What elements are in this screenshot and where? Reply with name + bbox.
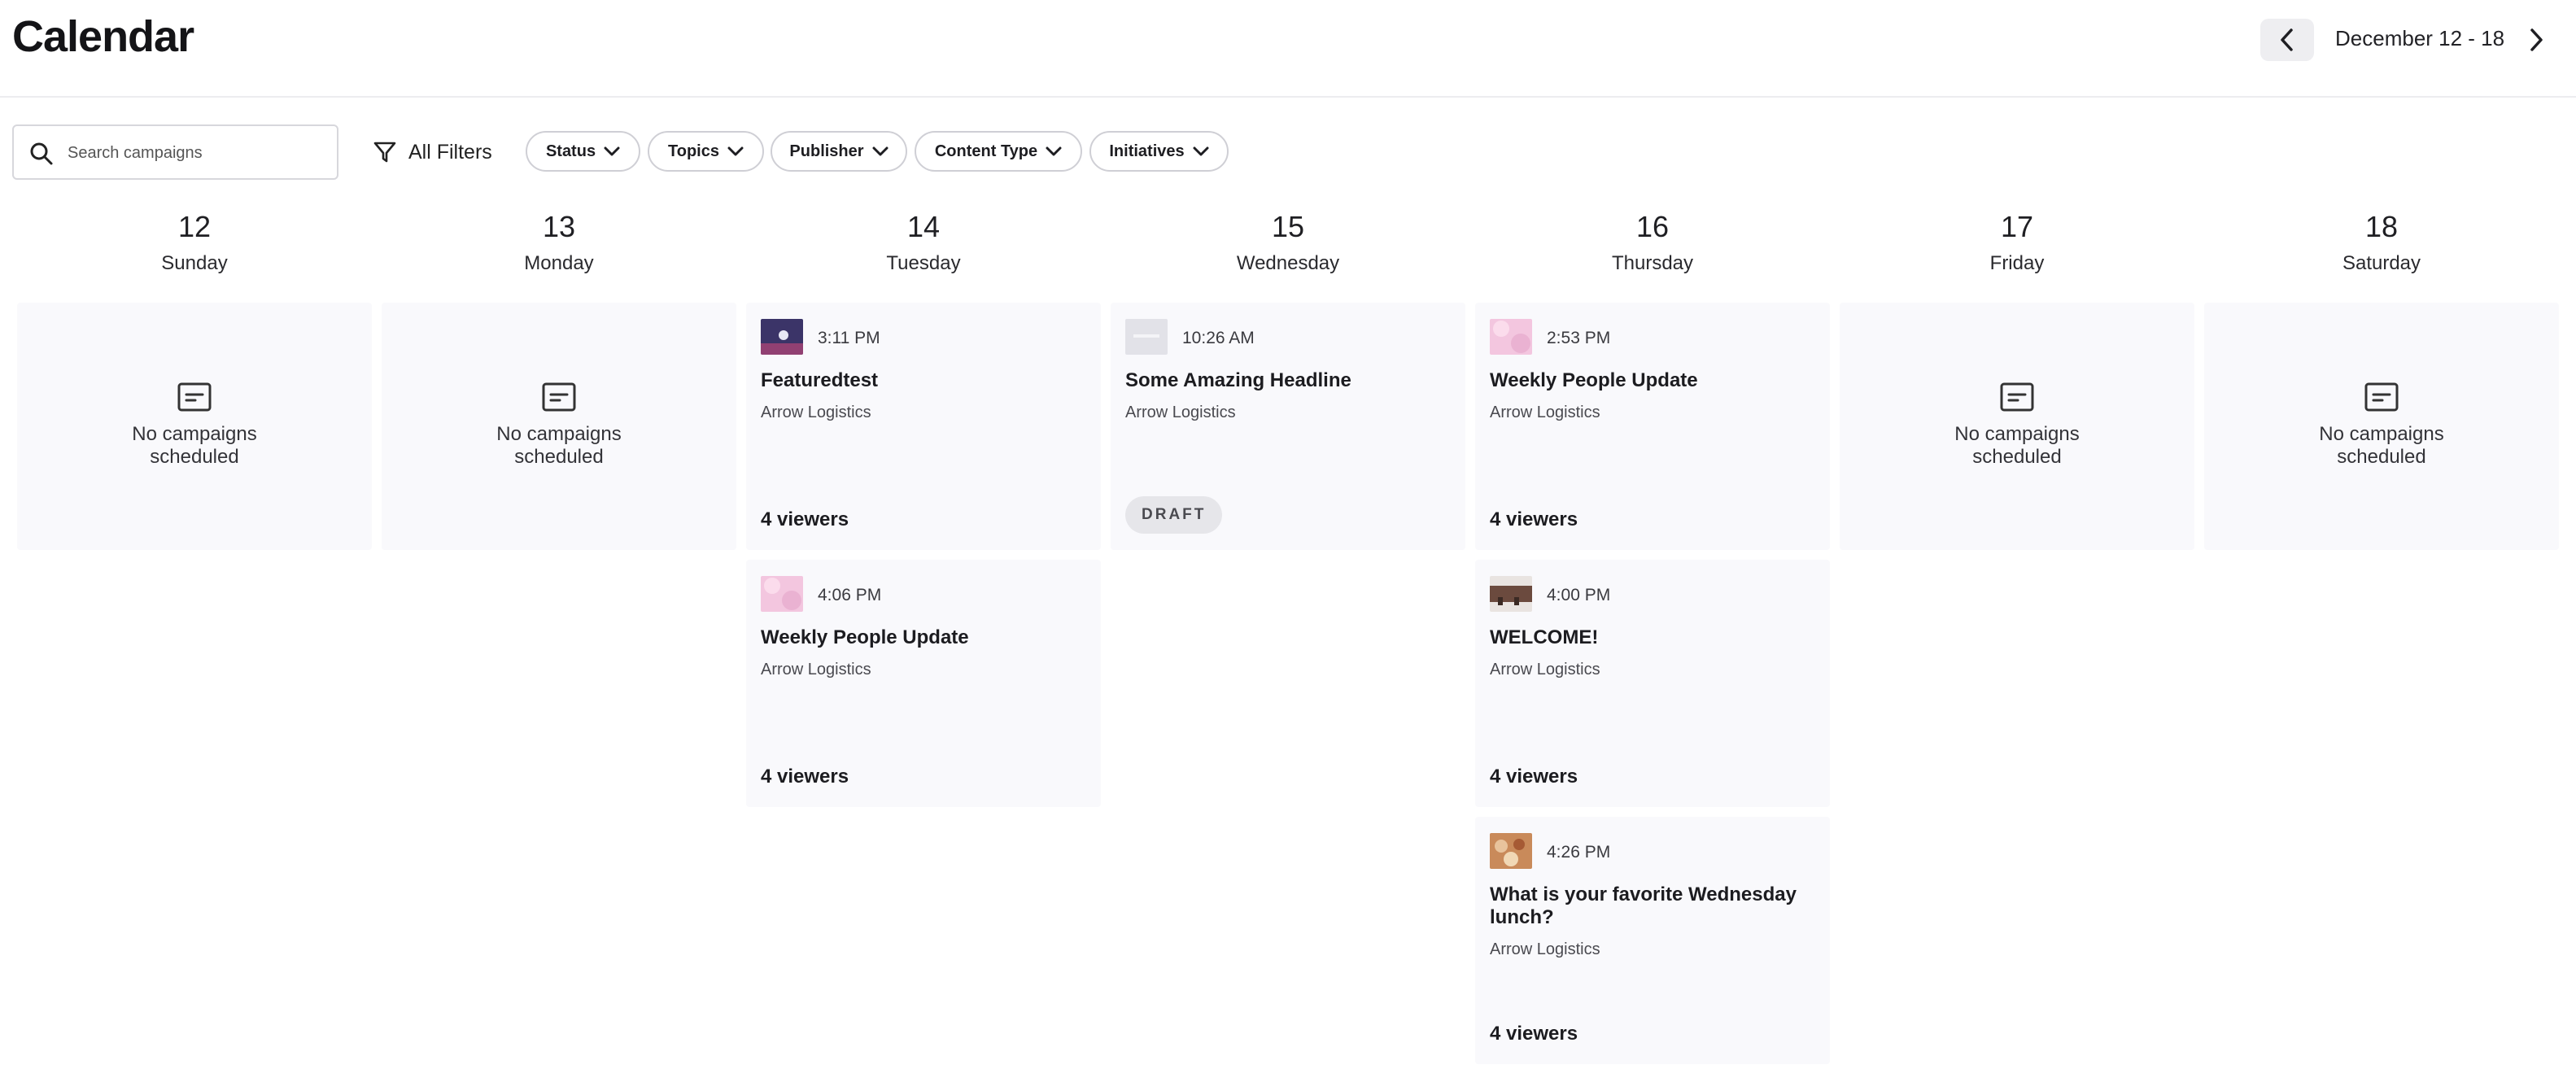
search-input[interactable] [68, 137, 328, 168]
day-header-friday: 17 Friday [1840, 210, 2194, 275]
chip-label: Status [545, 142, 596, 160]
campaign-title: Some Amazing Headline [1125, 369, 1351, 391]
empty-message-icon [2364, 382, 2399, 412]
empty-text: No campaigns scheduled [132, 423, 257, 468]
draft-badge: DRAFT [1125, 496, 1223, 534]
chip-label: Content Type [934, 142, 1038, 160]
empty-day-sunday: No campaigns scheduled [17, 303, 372, 550]
day-name: Tuesday [886, 252, 961, 274]
day-header-thursday: 16 Thursday [1475, 210, 1830, 275]
campaign-publisher: Arrow Logistics [761, 404, 871, 421]
campaign-publisher: Arrow Logistics [761, 661, 871, 678]
all-filters-label: All Filters [408, 140, 492, 164]
empty-day-saturday: No campaigns scheduled [2204, 303, 2559, 550]
filter-icon [373, 142, 396, 163]
day-number: 17 [2000, 210, 2034, 243]
chip-label: Publisher [789, 142, 864, 160]
previous-week-button[interactable] [2260, 19, 2314, 61]
campaign-thumbnail [1490, 319, 1532, 355]
day-number: 18 [2364, 210, 2399, 243]
campaign-viewers: 4 viewers [1490, 766, 1578, 788]
day-name: Sunday [161, 252, 228, 274]
campaign-time: 10:26 AM [1182, 329, 1255, 347]
campaign-card[interactable]: 3:11 PM Featuredtest Arrow Logistics 4 v… [746, 303, 1101, 550]
day-name: Wednesday [1236, 252, 1340, 274]
campaign-thumbnail [1490, 833, 1532, 869]
day-header-wednesday: 15 Wednesday [1111, 210, 1465, 275]
campaign-time: 4:06 PM [818, 586, 882, 604]
campaign-card[interactable]: 4:06 PM Weekly People Update Arrow Logis… [746, 560, 1101, 807]
campaign-card[interactable]: 2:53 PM Weekly People Update Arrow Logis… [1475, 303, 1830, 550]
empty-message-icon [177, 382, 212, 412]
chip-label: Initiatives [1109, 142, 1185, 160]
content-type-filter-chip[interactable]: Content Type [915, 131, 1082, 172]
campaign-card[interactable]: 4:26 PM What is your favorite Wednesday … [1475, 817, 1830, 1064]
campaign-title: WELCOME! [1490, 626, 1599, 648]
empty-text: No campaigns scheduled [2319, 423, 2444, 468]
day-number: 16 [1635, 210, 1670, 243]
campaign-title: Weekly People Update [761, 626, 969, 648]
day-number: 13 [542, 210, 576, 243]
campaign-viewers: 4 viewers [761, 508, 849, 530]
search-box[interactable] [12, 124, 338, 180]
empty-day-friday: No campaigns scheduled [1840, 303, 2194, 550]
empty-text: No campaigns scheduled [496, 423, 622, 468]
day-name: Thursday [1611, 252, 1694, 274]
chevron-down-icon [872, 146, 889, 156]
day-header-saturday: 18 Saturday [2204, 210, 2559, 275]
day-number: 14 [906, 210, 941, 243]
page-header: Calendar December 12 - 18 [0, 0, 2576, 98]
empty-text: No campaigns scheduled [1954, 423, 2080, 468]
all-filters-button[interactable]: All Filters [373, 135, 492, 169]
campaign-viewers: 4 viewers [1490, 1023, 1578, 1045]
day-header-monday: 13 Monday [382, 210, 736, 275]
campaign-publisher: Arrow Logistics [1125, 404, 1236, 421]
chevron-down-icon [604, 146, 620, 156]
day-name: Monday [524, 252, 594, 274]
date-range-label: December 12 - 18 [2335, 26, 2505, 50]
campaign-viewers: 4 viewers [761, 766, 849, 788]
topics-filter-chip[interactable]: Topics [648, 131, 764, 172]
campaign-card[interactable]: 10:26 AM Some Amazing Headline Arrow Log… [1111, 303, 1465, 550]
campaign-card[interactable]: 4:00 PM WELCOME! Arrow Logistics 4 viewe… [1475, 560, 1830, 807]
day-number: 12 [177, 210, 212, 243]
day-header-sunday: 12 Sunday [17, 210, 372, 275]
campaign-title: Featuredtest [761, 369, 879, 391]
campaign-time: 3:11 PM [818, 329, 880, 347]
chevron-down-icon [727, 146, 744, 156]
campaign-publisher: Arrow Logistics [1490, 940, 1600, 958]
chip-label: Topics [668, 142, 719, 160]
chevron-down-icon [1046, 146, 1062, 156]
campaign-thumbnail [1125, 319, 1168, 355]
day-name: Saturday [2342, 252, 2421, 274]
campaign-time: 4:00 PM [1547, 586, 1611, 604]
status-filter-chip[interactable]: Status [526, 131, 640, 172]
day-name: Friday [1989, 252, 2045, 274]
chevron-right-icon [2530, 28, 2543, 51]
campaign-publisher: Arrow Logistics [1490, 661, 1600, 678]
campaign-title: What is your favorite Wednesday lunch? [1490, 883, 1797, 928]
publisher-filter-chip[interactable]: Publisher [771, 131, 907, 172]
page-title: Calendar [12, 12, 194, 61]
empty-message-icon [542, 382, 576, 412]
campaign-viewers: 4 viewers [1490, 508, 1578, 530]
campaign-thumbnail [761, 319, 803, 355]
campaign-thumbnail [1490, 576, 1532, 612]
chevron-left-icon [2281, 28, 2293, 51]
empty-day-monday: No campaigns scheduled [382, 303, 736, 550]
day-number: 15 [1271, 210, 1305, 243]
initiatives-filter-chip[interactable]: Initiatives [1089, 131, 1229, 172]
campaign-time: 4:26 PM [1547, 843, 1611, 862]
campaign-publisher: Arrow Logistics [1490, 404, 1600, 421]
chevron-down-icon [1193, 146, 1209, 156]
search-icon [30, 142, 53, 165]
calendar-page: Calendar December 12 - 18 All Filters St… [0, 0, 2576, 1082]
next-week-button[interactable] [2514, 19, 2558, 61]
campaign-time: 2:53 PM [1547, 329, 1611, 347]
empty-message-icon [2000, 382, 2034, 412]
campaign-thumbnail [761, 576, 803, 612]
campaign-title: Weekly People Update [1490, 369, 1698, 391]
day-header-tuesday: 14 Tuesday [746, 210, 1101, 275]
